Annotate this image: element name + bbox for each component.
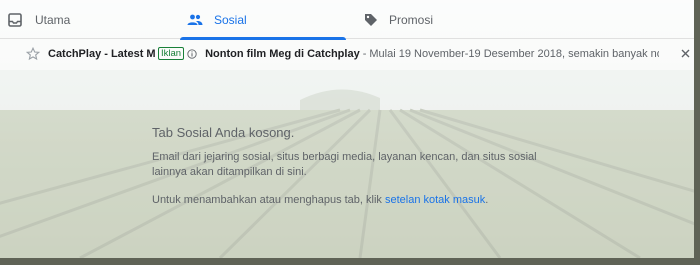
info-icon[interactable] bbox=[187, 48, 197, 59]
empty-state: Tab Sosial Anda kosong. Email dari jejar… bbox=[152, 125, 572, 206]
tab-utama[interactable]: Utama bbox=[0, 0, 180, 39]
ad-separator: - bbox=[362, 47, 367, 60]
ad-snippet: Mulai 19 November-19 Desember 2018, sema… bbox=[369, 47, 660, 60]
ad-badge: Iklan bbox=[158, 47, 185, 60]
tab-sosial[interactable]: Sosial bbox=[180, 0, 346, 40]
people-icon bbox=[187, 12, 203, 28]
tag-icon bbox=[363, 12, 379, 28]
ad-sender: CatchPlay - Latest Mov bbox=[48, 47, 156, 60]
inbox-icon bbox=[7, 12, 23, 28]
category-tabs: Utama Sosial Promosi bbox=[0, 0, 694, 40]
inbox-settings-link[interactable]: setelan kotak masuk bbox=[385, 194, 485, 206]
empty-tip: Untuk menambahkan atau menghapus tab, kl… bbox=[152, 194, 572, 206]
ad-row[interactable]: CatchPlay - Latest Mov Iklan Nonton film… bbox=[0, 40, 694, 67]
tab-sosial-label: Sosial bbox=[214, 12, 247, 27]
tip-prefix: Untuk menambahkan atau menghapus tab, kl… bbox=[152, 194, 385, 206]
inbox-panel: Utama Sosial Promosi CatchPlay - Latest … bbox=[0, 0, 694, 258]
empty-description: Email dari jejaring sosial, situs berbag… bbox=[152, 151, 537, 178]
tab-promosi-label: Promosi bbox=[389, 12, 434, 27]
tip-suffix: . bbox=[485, 194, 489, 206]
star-icon[interactable] bbox=[26, 46, 40, 61]
tab-promosi[interactable]: Promosi bbox=[346, 0, 546, 39]
close-icon[interactable] bbox=[678, 46, 692, 60]
empty-title: Tab Sosial Anda kosong. bbox=[152, 125, 295, 140]
tab-utama-label: Utama bbox=[35, 12, 71, 27]
ad-subject: Nonton film Meg di Catchplay bbox=[205, 47, 360, 60]
